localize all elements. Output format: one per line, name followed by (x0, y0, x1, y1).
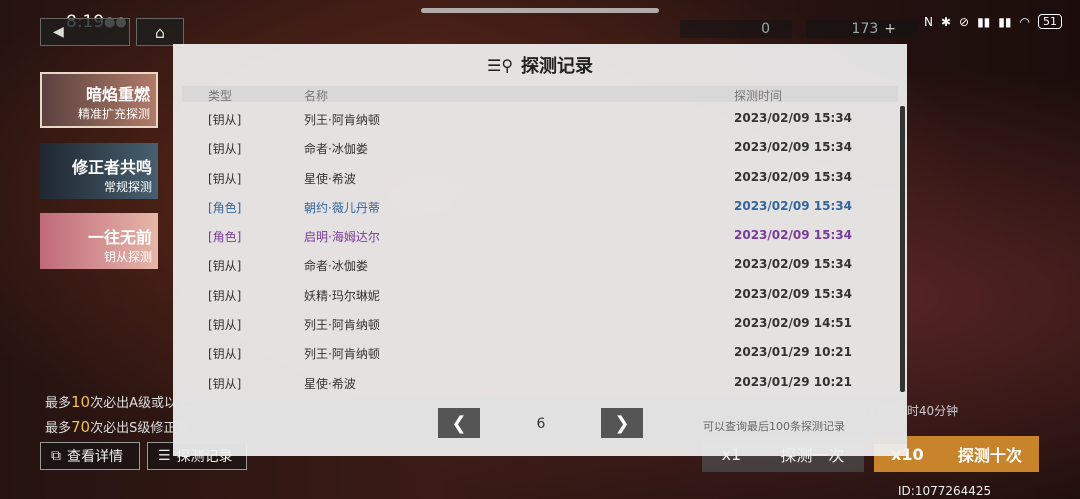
page-number: 6 (536, 416, 546, 432)
table-row: [钥从] 命者·冰伽娄 2023/02/09 15:34 (182, 248, 898, 277)
row-name: 星使·希波 (304, 171, 356, 186)
signal-icon: ▮▮ (977, 14, 991, 29)
view-details-label: 查看详情 (67, 449, 123, 465)
banner-corrector[interactable]: 修正者共鸣 常规探测 (40, 143, 158, 199)
back-button[interactable]: ◀ (40, 18, 130, 46)
wifi-icon: ◠ (1019, 14, 1030, 29)
pull-ten-label: 探测十次 (957, 446, 1022, 465)
guarantee-s: 最多70次必出S级修正者 (45, 417, 189, 436)
table-row: [钥从] 列王·阿肯纳顿 2023/01/29 10:21 (182, 336, 898, 365)
plus-icon[interactable]: + (884, 21, 896, 37)
row-type: [钥从] (208, 259, 242, 274)
guarantee-a-pre: 最多 (45, 396, 72, 411)
row-name: 列王·阿肯纳顿 (304, 347, 380, 362)
search-list-icon: ☰⚲ (486, 55, 514, 75)
row-type: [角色] (208, 230, 242, 245)
prev-page-button[interactable]: ❮ (438, 408, 480, 438)
row-name: 列王·阿肯纳顿 (304, 318, 380, 333)
row-time: 2023/02/09 15:34 (734, 198, 852, 213)
list-icon: ☰ (158, 448, 171, 464)
bluetooth-icon: ✱ (940, 14, 952, 29)
table-row: [钥从] 列王·阿肯纳顿 2023/02/09 15:34 (182, 102, 898, 131)
pager-note: 可以查询最后100条探测记录 (703, 420, 845, 433)
back-arrow-icon: ◀ (53, 24, 64, 40)
table-row: [角色] 启明·海姆达尔 2023/02/09 15:34 (182, 219, 898, 248)
system-icons: N ✱ ⊘ ▮▮ ▮▮ ◠ 51 (924, 14, 1062, 29)
table-row: [钥从] 星使·希波 2023/02/09 15:34 (182, 161, 898, 190)
chevron-left-icon: ❮ (451, 412, 467, 434)
row-name: 命者·冰伽娄 (304, 259, 368, 274)
currency-1: 0 (680, 20, 792, 38)
details-icon: ⧉ (51, 448, 61, 464)
row-time: 2023/01/29 10:21 (734, 345, 852, 360)
row-type: [钥从] (208, 171, 242, 186)
banner-key[interactable]: 一往无前 钥从探测 (40, 213, 158, 269)
table-row: [角色] 朝约·薇儿丹蒂 2023/02/09 15:34 (182, 190, 898, 219)
row-type: [钥从] (208, 113, 242, 127)
guarantee-a-num: 10 (71, 393, 91, 411)
user-id: ID:1077264425 (898, 484, 992, 498)
banner-title: 暗焰重燃 (85, 85, 150, 104)
row-time: 2023/02/09 15:34 (734, 169, 852, 184)
pager: ❮ 6 ❯ 可以查询最后100条探测记录 (173, 396, 907, 444)
banner-title: 一往无前 (87, 228, 152, 247)
banner-sub: 常规探测 (103, 180, 152, 194)
currency-2: 173 + (806, 20, 918, 38)
next-page-button[interactable]: ❯ (601, 408, 643, 438)
modal-title: 探测记录 (521, 56, 594, 77)
signal2-icon: ▮▮ (998, 14, 1012, 29)
guarantee-s-pre: 最多 (45, 421, 72, 436)
row-time: 2023/02/09 14:51 (734, 316, 852, 331)
record-modal: ☰⚲ 探测记录 类型 名称 探测时间 [钥从] 列王·阿肯纳顿 2023/02/09… (173, 44, 907, 456)
row-time: 2023/02/09 15:34 (734, 111, 852, 125)
banner-sub: 钥从探测 (103, 250, 152, 264)
row-type: [钥从] (208, 318, 242, 333)
table-row: [钥从] 列王·阿肯纳顿 2023/02/09 14:51 (182, 307, 898, 336)
record-list[interactable]: [钥从] 列王·阿肯纳顿 2023/02/09 15:34 [钥从] 命者·冰伽娄 202… (182, 102, 898, 395)
row-time: 2023/02/09 15:34 (734, 257, 852, 272)
row-name: 妖精·玛尔琳妮 (304, 288, 380, 303)
row-type: [角色] (208, 200, 242, 215)
table-row: [钥从] 妖精·玛尔琳妮 2023/02/09 15:34 (182, 278, 898, 307)
nfc-icon: N (923, 14, 933, 29)
home-icon: ⌂ (154, 22, 166, 42)
row-name: 星使·希波 (304, 376, 356, 391)
mute-icon: ⊘ (959, 14, 970, 29)
row-time: 2023/02/09 15:34 (734, 286, 852, 301)
row-type: [钥从] (208, 347, 242, 362)
row-name: 命者·冰伽娄 (304, 142, 368, 157)
banner-sub: 精准扩充探测 (77, 107, 150, 121)
table-row: [钥从] 星使·希波 2023/01/29 10:21 (182, 366, 898, 395)
battery-icon: 51 (1038, 14, 1062, 29)
table-header: 类型 名称 探测时间 (182, 86, 898, 103)
row-type: [钥从] (208, 288, 242, 303)
row-name: 启明·海姆达尔 (304, 230, 380, 245)
guarantee-a: 最多10次必出A级或以上 (45, 392, 190, 411)
drag-handle[interactable] (421, 8, 659, 13)
currency-1-value: 0 (761, 21, 770, 37)
view-details-button[interactable]: ⧉ 查看详情 (40, 442, 140, 470)
currency-2-value: 173 (851, 21, 879, 37)
row-type: [钥从] (208, 376, 242, 391)
chevron-right-icon: ❯ (614, 412, 630, 434)
scrollbar[interactable] (900, 106, 905, 392)
home-button[interactable]: ⌂ (136, 18, 184, 46)
table-row: [钥从] 命者·冰伽娄 2023/02/09 15:34 (182, 131, 898, 160)
row-time: 2023/01/29 10:21 (734, 374, 852, 389)
row-time: 2023/02/09 15:34 (734, 228, 852, 243)
row-name: 列王·阿肯纳顿 (304, 113, 380, 127)
modal-title-bar: ☰⚲ 探测记录 (173, 44, 907, 86)
banner-dark-flame[interactable]: 暗焰重燃 精准扩充探测 (40, 72, 158, 128)
row-name: 朝约·薇儿丹蒂 (304, 200, 380, 215)
row-time: 2023/02/09 15:34 (734, 140, 852, 155)
banner-title: 修正者共鸣 (71, 158, 152, 177)
row-type: [钥从] (208, 142, 242, 157)
guarantee-s-num: 70 (71, 418, 91, 436)
